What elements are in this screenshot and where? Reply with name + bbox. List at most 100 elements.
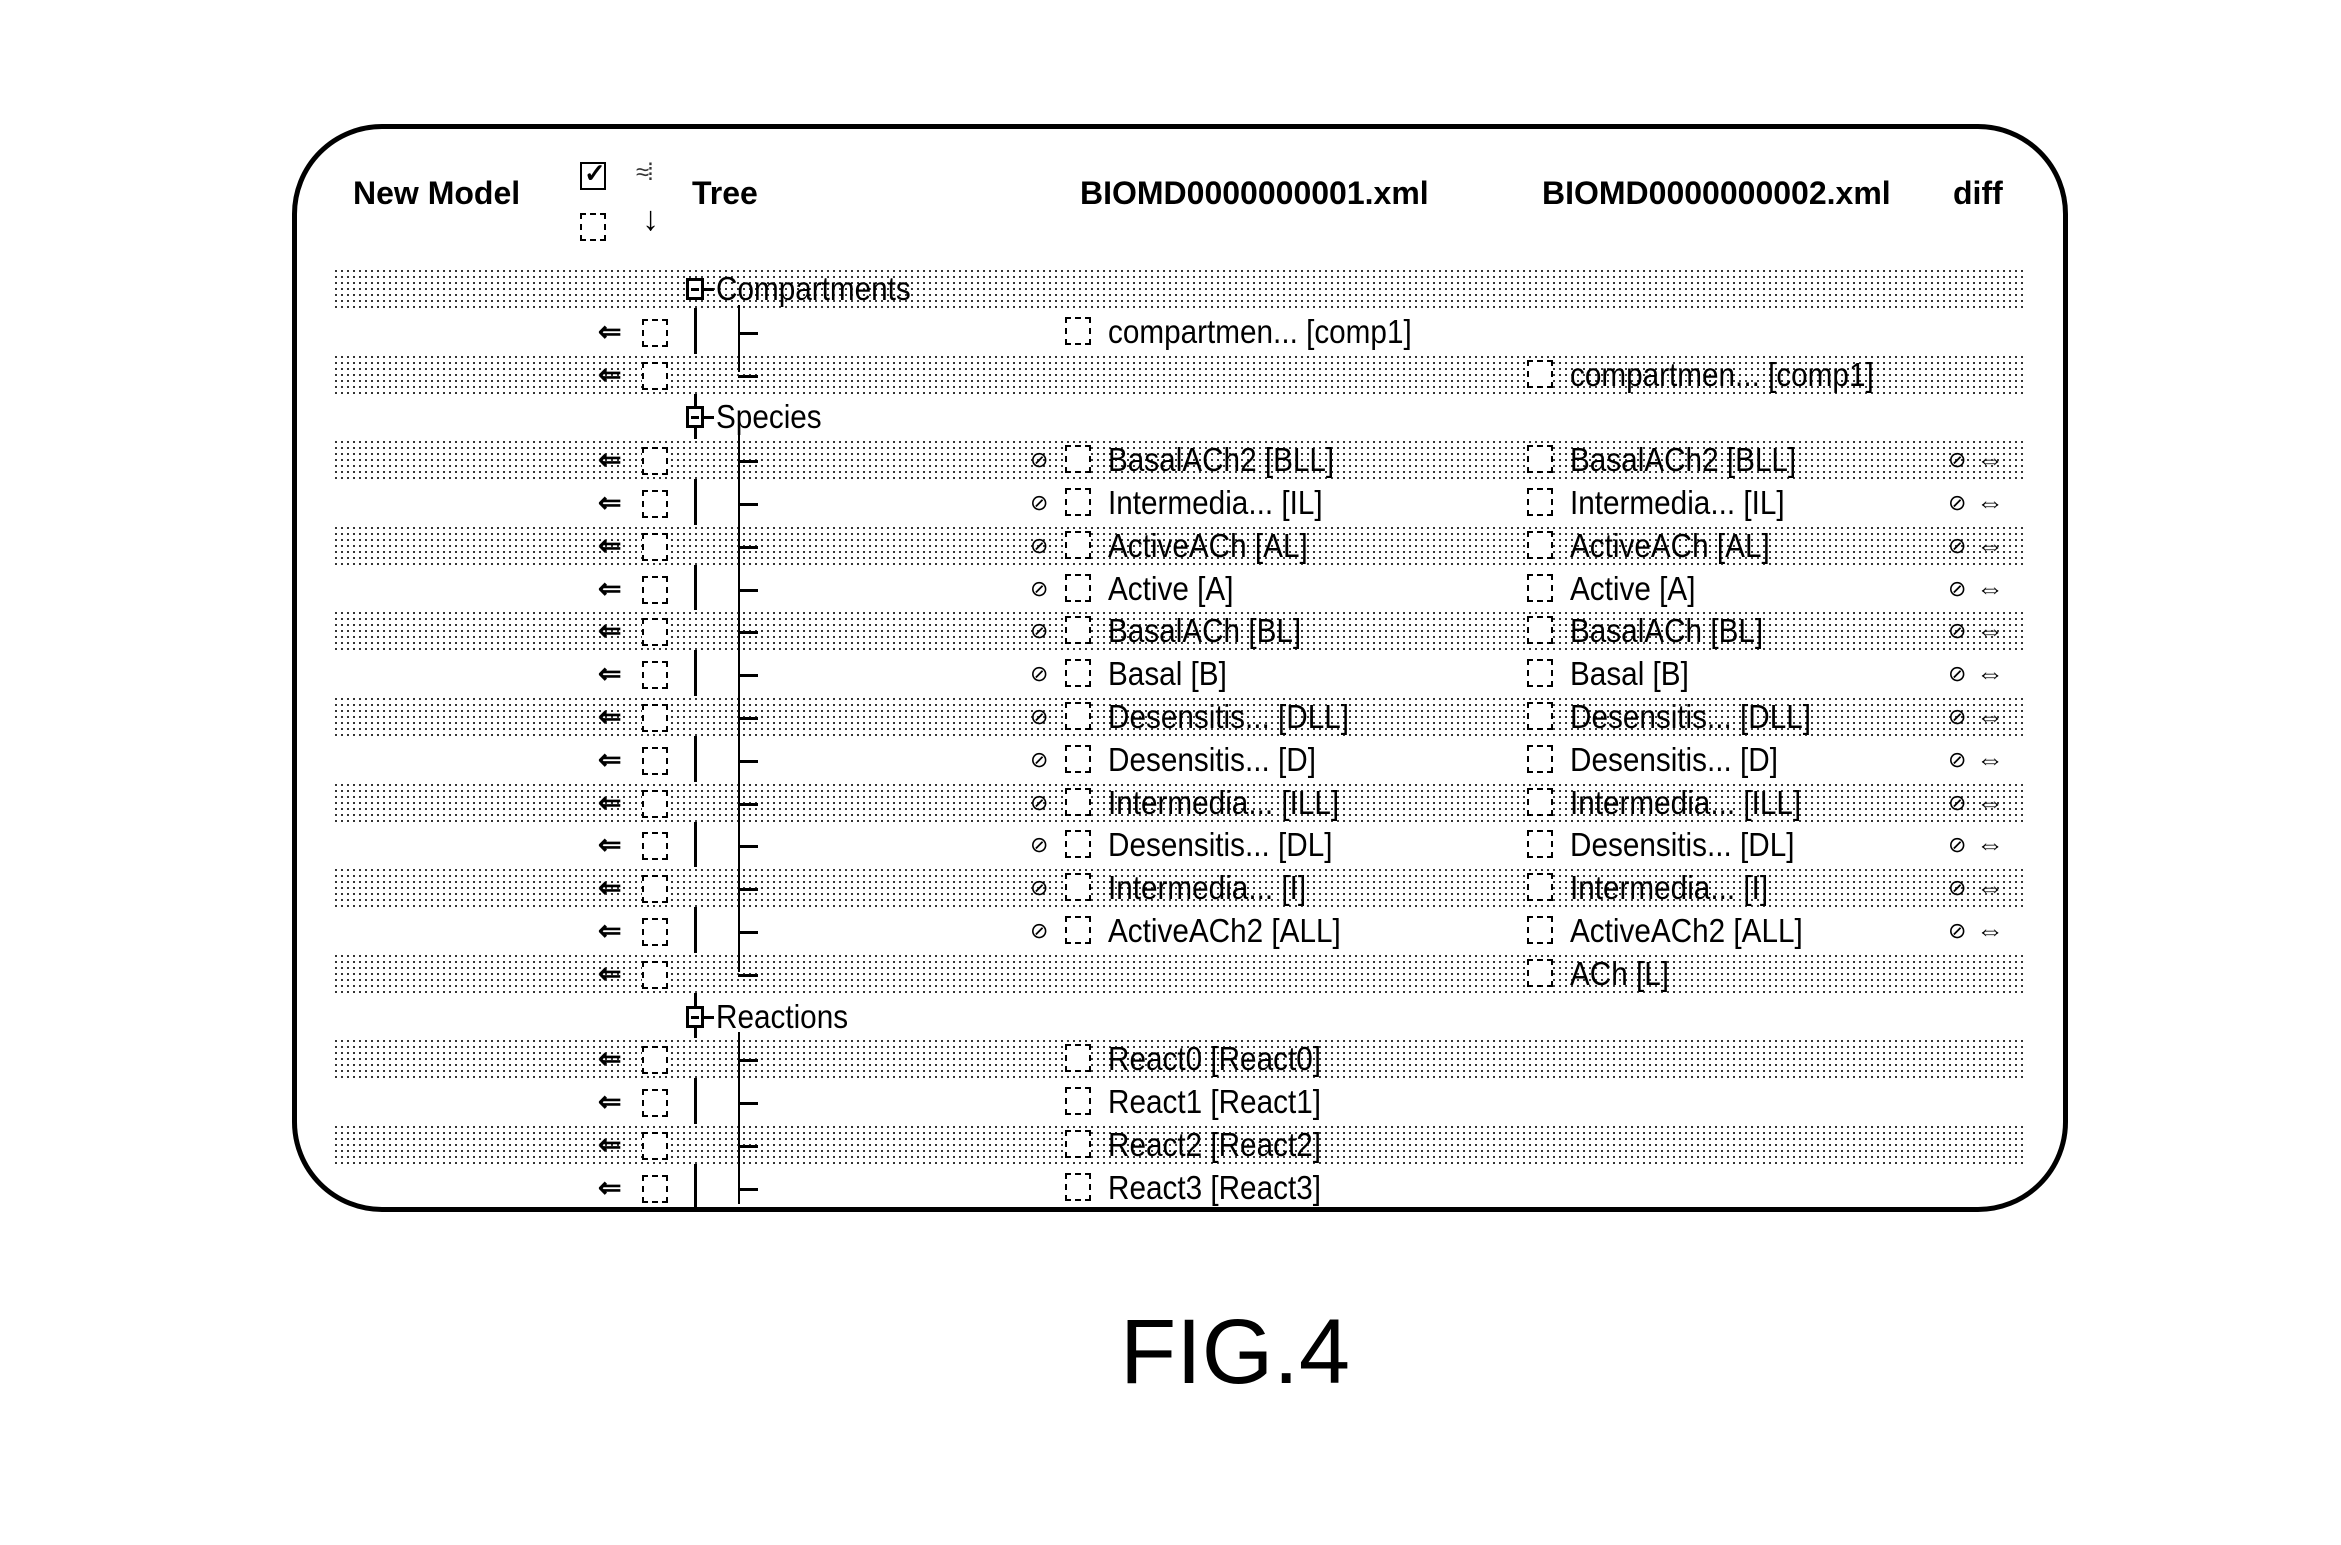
right-item-checkbox[interactable] (1527, 616, 1553, 645)
row-select-checkbox[interactable] (642, 875, 668, 904)
right-item-checkbox[interactable] (1527, 830, 1553, 859)
copy-left-arrow-icon[interactable]: ⇐ (598, 653, 621, 695)
diff-marker-icon: ⊘ (1030, 918, 1049, 943)
left-item-checkbox[interactable] (1065, 1087, 1091, 1116)
tree-connector (704, 416, 714, 420)
show-diff-arrow-icon[interactable]: ⇔ (1976, 568, 2004, 610)
right-item-checkbox[interactable] (1527, 359, 1553, 388)
sort-icon[interactable]: ≈⁞ (636, 161, 654, 185)
copy-left-arrow-icon[interactable]: ⇐ (598, 953, 621, 995)
left-item-checkbox[interactable] (1065, 744, 1091, 773)
row-select-checkbox[interactable] (642, 832, 668, 861)
row-select-checkbox[interactable] (642, 447, 668, 476)
show-diff-arrow-icon[interactable]: ⇔ (1976, 482, 2004, 524)
left-item-checkbox[interactable] (1065, 488, 1091, 516)
show-diff-checkbox[interactable] (580, 213, 606, 241)
collapse-toggle-icon[interactable] (686, 406, 704, 429)
collapse-toggle-icon[interactable] (686, 278, 704, 300)
left-item-label: React3 [React3] (1108, 1168, 1321, 1206)
show-diff-arrow-icon[interactable]: ⇔ (1976, 867, 2004, 909)
show-diff-arrow-icon[interactable]: ⇔ (1976, 653, 2004, 695)
right-item-checkbox[interactable] (1527, 787, 1553, 816)
copy-left-arrow-icon[interactable]: ⇐ (598, 1038, 621, 1080)
diff-marker-icon: ⊘ (1030, 618, 1049, 644)
group-label-reactions[interactable]: Reactions (716, 996, 848, 1038)
file1-column-header: BIOMD0000000001.xml (1080, 175, 1429, 211)
left-item-label: Intermedia... [ILL] (1108, 783, 1340, 821)
copy-left-arrow-icon[interactable]: ⇐ (598, 1081, 621, 1123)
left-item-label: BasalACh2 [BLL] (1108, 441, 1335, 479)
right-item-checkbox[interactable] (1527, 873, 1553, 902)
copy-left-arrow-icon[interactable]: ⇐ (598, 910, 621, 952)
right-item-checkbox[interactable] (1527, 958, 1553, 987)
collapse-toggle-icon[interactable] (686, 1005, 704, 1028)
row-select-checkbox[interactable] (642, 746, 668, 775)
row-select-checkbox[interactable] (642, 318, 668, 347)
row-select-checkbox[interactable] (642, 361, 668, 390)
copy-left-arrow-icon[interactable]: ⇐ (598, 439, 621, 481)
copy-left-arrow-icon[interactable]: ⇐ (598, 568, 621, 610)
left-item-checkbox[interactable] (1065, 530, 1091, 559)
copy-left-arrow-icon[interactable]: ⇐ (598, 482, 621, 524)
copy-left-arrow-icon[interactable]: ⇐ (598, 311, 621, 353)
row-select-checkbox[interactable] (642, 960, 668, 989)
row-select-checkbox[interactable] (642, 1174, 668, 1203)
group-label-compartments[interactable]: Compartments (716, 268, 911, 310)
copy-left-arrow-icon[interactable]: ⇐ (598, 824, 621, 866)
row-select-checkbox[interactable] (642, 1089, 668, 1118)
show-diff-arrow-icon[interactable]: ⇔ (1976, 439, 2004, 481)
sort-down-arrow-icon[interactable]: ↓ (642, 200, 659, 239)
show-all-checkbox[interactable]: ✓ (580, 158, 606, 190)
show-diff-arrow-icon[interactable]: ⇔ (1976, 525, 2004, 567)
right-item-checkbox[interactable] (1527, 488, 1553, 516)
show-diff-arrow-icon[interactable]: ⇔ (1976, 739, 2004, 781)
right-item-checkbox[interactable] (1527, 573, 1553, 602)
left-item-checkbox[interactable] (1065, 916, 1091, 944)
left-item-checkbox[interactable] (1065, 873, 1091, 902)
right-item-checkbox[interactable] (1527, 445, 1553, 474)
row-select-checkbox[interactable] (642, 1132, 668, 1160)
row-select-checkbox[interactable] (642, 575, 668, 604)
copy-left-arrow-icon[interactable]: ⇐ (598, 354, 621, 396)
show-diff-arrow-icon[interactable]: ⇔ (1976, 782, 2004, 824)
copy-left-arrow-icon[interactable]: ⇐ (598, 610, 621, 652)
diff-marker-icon: ⊘ (1030, 704, 1049, 729)
copy-left-arrow-icon[interactable]: ⇐ (598, 1167, 621, 1209)
left-item-checkbox[interactable] (1065, 1130, 1091, 1158)
show-diff-arrow-icon[interactable]: ⇔ (1976, 610, 2004, 652)
show-diff-arrow-icon[interactable]: ⇔ (1976, 696, 2004, 738)
left-item-checkbox[interactable] (1065, 573, 1091, 602)
tree-branch-line (738, 1032, 740, 1204)
row-select-checkbox[interactable] (642, 789, 668, 818)
group-label-species[interactable]: Species (716, 396, 822, 438)
show-diff-arrow-icon[interactable]: ⇔ (1976, 910, 2004, 952)
copy-left-arrow-icon[interactable]: ⇐ (598, 782, 621, 824)
left-item-checkbox[interactable] (1065, 702, 1091, 730)
right-item-checkbox[interactable] (1527, 530, 1553, 559)
right-item-checkbox[interactable] (1527, 659, 1553, 688)
left-item-checkbox[interactable] (1065, 316, 1091, 345)
right-item-checkbox[interactable] (1527, 744, 1553, 773)
row-select-checkbox[interactable] (642, 918, 668, 946)
copy-left-arrow-icon[interactable]: ⇐ (598, 525, 621, 567)
left-item-checkbox[interactable] (1065, 1172, 1091, 1201)
left-item-checkbox[interactable] (1065, 445, 1091, 474)
left-item-checkbox[interactable] (1065, 1044, 1091, 1073)
left-item-checkbox[interactable] (1065, 830, 1091, 859)
row-select-checkbox[interactable] (642, 704, 668, 732)
right-item-checkbox[interactable] (1527, 916, 1553, 944)
left-item-checkbox[interactable] (1065, 787, 1091, 816)
right-item-checkbox[interactable] (1527, 702, 1553, 730)
copy-left-arrow-icon[interactable]: ⇐ (598, 1124, 621, 1166)
copy-left-arrow-icon[interactable]: ⇐ (598, 867, 621, 909)
copy-left-arrow-icon[interactable]: ⇐ (598, 739, 621, 781)
row-select-checkbox[interactable] (642, 618, 668, 647)
copy-left-arrow-icon[interactable]: ⇐ (598, 696, 621, 738)
row-select-checkbox[interactable] (642, 1046, 668, 1075)
left-item-checkbox[interactable] (1065, 616, 1091, 645)
left-item-checkbox[interactable] (1065, 659, 1091, 688)
row-select-checkbox[interactable] (642, 661, 668, 690)
row-select-checkbox[interactable] (642, 532, 668, 561)
show-diff-arrow-icon[interactable]: ⇔ (1976, 824, 2004, 866)
row-select-checkbox[interactable] (642, 490, 668, 518)
